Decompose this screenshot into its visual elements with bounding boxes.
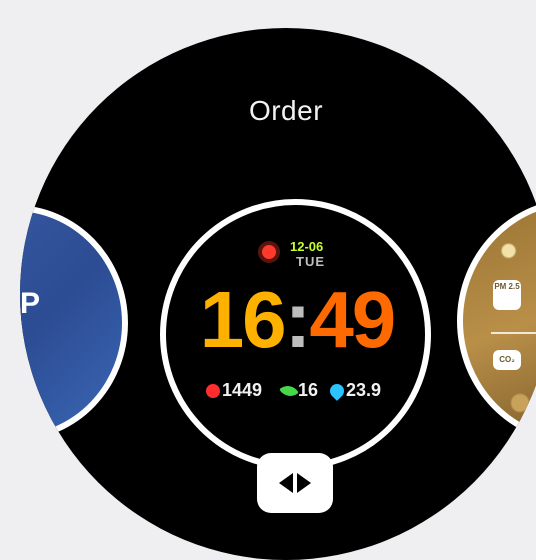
weekday-text: TUE	[296, 254, 325, 269]
time-display: 16:49	[192, 280, 402, 360]
left-arrow-icon	[279, 473, 293, 493]
stats-row: 1449 16 23.9	[206, 377, 396, 403]
watch-faces-carousel: Order P 12-06 TUE 16:49 1449 16 23.9 PM …	[20, 28, 536, 560]
co2-badge: CO₂	[493, 350, 521, 370]
left-face-glyph: P	[20, 287, 40, 320]
divider	[491, 332, 536, 334]
leaf-icon	[279, 381, 299, 401]
watch-face-right[interactable]: PM 2.5 CO₂	[457, 198, 536, 444]
heart-icon	[206, 384, 220, 399]
drop-icon	[327, 381, 347, 402]
time-minutes: 49	[309, 275, 396, 364]
sun-icon	[262, 245, 276, 259]
page-title: Order	[248, 95, 324, 126]
leaf-stat: 16	[279, 377, 319, 403]
time-separator: :	[284, 275, 312, 364]
humidity-value: 23.9	[346, 380, 382, 400]
time-hours: 16	[199, 275, 287, 364]
steps-value: 1449	[222, 380, 263, 400]
humidity-stat: 23.9	[327, 377, 382, 403]
right-arrow-icon	[297, 473, 311, 493]
reorder-button[interactable]	[257, 453, 333, 513]
watch-face-left[interactable]: P	[20, 205, 128, 441]
leaf-value: 16	[298, 380, 319, 400]
pm25-badge: PM 2.5	[493, 280, 521, 310]
steps-stat: 1449	[206, 377, 262, 403]
date-text: 12-06	[290, 239, 324, 254]
watch-face-current[interactable]: 12-06 TUE 16:49 1449 16 23.9	[160, 199, 431, 470]
